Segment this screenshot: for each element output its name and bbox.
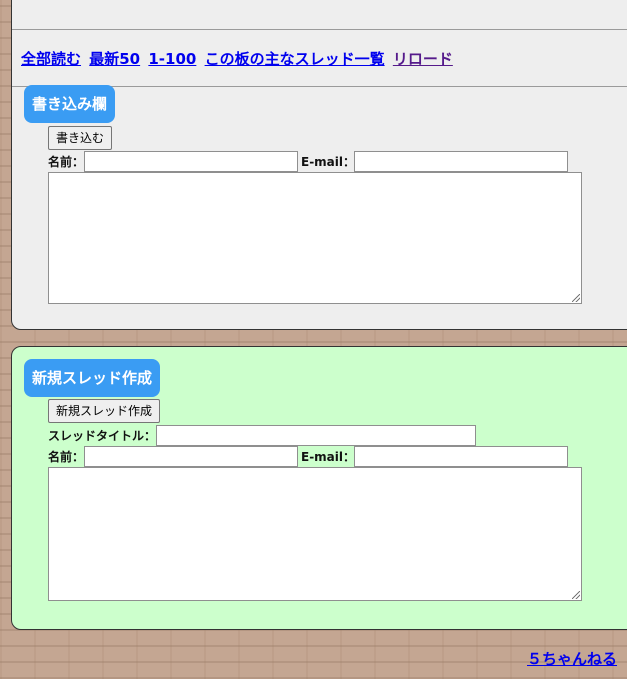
new-thread-email-field[interactable] bbox=[354, 446, 568, 467]
new-thread-email-label: E-mail： bbox=[301, 450, 356, 464]
nav-read-all-link[interactable]: 全部読む bbox=[21, 50, 81, 68]
reply-name-field[interactable] bbox=[84, 151, 298, 172]
reply-name-label: 名前： bbox=[48, 155, 85, 169]
new-thread-title-field[interactable] bbox=[156, 425, 476, 446]
new-thread-title-label: スレッドタイトル： bbox=[48, 429, 157, 443]
reply-email-label: E-mail： bbox=[301, 155, 356, 169]
nav-board-threads-link[interactable]: この板の主なスレッド一覧 bbox=[205, 50, 385, 68]
resize-grip-icon[interactable] bbox=[572, 294, 580, 302]
reply-email-field[interactable] bbox=[354, 151, 568, 172]
resize-grip-icon[interactable] bbox=[572, 591, 580, 599]
reply-submit-button[interactable]: 書き込む bbox=[48, 126, 113, 150]
reply-form-heading: 書き込み欄 bbox=[24, 85, 116, 123]
divider-top bbox=[12, 29, 627, 30]
reply-message-textarea[interactable] bbox=[48, 172, 582, 304]
new-thread-name-field[interactable] bbox=[84, 446, 298, 467]
new-thread-message-textarea[interactable] bbox=[48, 467, 582, 601]
new-thread-submit-button[interactable]: 新規スレッド作成 bbox=[48, 399, 161, 423]
nav-latest-50-link[interactable]: 最新50 bbox=[89, 50, 140, 68]
thread-nav: 全部読む 最新50 1-100 この板の主なスレッド一覧 リロード bbox=[21, 48, 456, 69]
new-thread-heading: 新規スレッド作成 bbox=[24, 359, 161, 397]
new-thread-name-label: 名前： bbox=[48, 450, 85, 464]
nav-reload-link[interactable]: リロード bbox=[393, 50, 453, 68]
nav-1-100-link[interactable]: 1-100 bbox=[148, 50, 196, 68]
site-home-link[interactable]: ５ちゃんねる bbox=[527, 648, 617, 669]
